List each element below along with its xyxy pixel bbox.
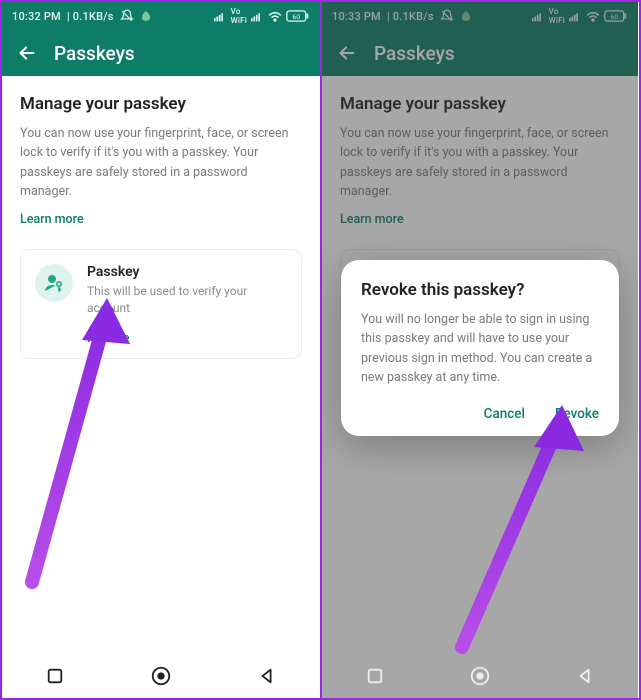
learn-more-link[interactable]: Learn more bbox=[20, 212, 84, 227]
annotation-arrow bbox=[442, 397, 602, 657]
section-title: Manage your passkey bbox=[20, 94, 302, 114]
nav-back-button[interactable] bbox=[237, 667, 297, 685]
revoke-confirm-button[interactable]: Revoke bbox=[555, 406, 599, 422]
revoke-dialog: Revoke this passkey? You will no longer … bbox=[341, 260, 619, 436]
nav-bar bbox=[2, 654, 320, 698]
card-subtitle: This will be used to verify your account bbox=[87, 283, 285, 318]
signal-icon bbox=[214, 11, 227, 22]
revoke-button[interactable]: Revoke bbox=[87, 331, 285, 346]
back-icon[interactable] bbox=[336, 42, 358, 64]
section-description: You can now use your fingerprint, face, … bbox=[340, 124, 620, 202]
nav-home-button[interactable] bbox=[131, 665, 191, 687]
volte-icon: VoWiFi bbox=[549, 7, 565, 25]
wifi-icon bbox=[586, 11, 600, 22]
status-time: 10:33 PM bbox=[332, 10, 381, 23]
svg-text:60: 60 bbox=[292, 13, 300, 21]
dialog-body: You will no longer be able to sign in us… bbox=[361, 310, 599, 388]
card-title: Passkey bbox=[87, 264, 285, 280]
signal-icon-2 bbox=[569, 11, 582, 22]
appbar-title: Passkeys bbox=[374, 42, 455, 65]
leaf-icon bbox=[460, 10, 472, 22]
nav-recent-button[interactable] bbox=[345, 667, 405, 685]
learn-more-link[interactable]: Learn more bbox=[340, 212, 404, 227]
nav-bar bbox=[322, 654, 638, 698]
signal-icon-2 bbox=[251, 11, 264, 22]
wifi-icon bbox=[268, 11, 282, 22]
nav-recent-button[interactable] bbox=[25, 667, 85, 685]
status-bar: 10:32 PM | 0.1KB/s VoWiFi 60 bbox=[2, 2, 320, 30]
appbar-title: Passkeys bbox=[54, 42, 135, 65]
status-net-speed: | 0.1KB/s bbox=[67, 10, 114, 23]
app-bar: Passkeys bbox=[2, 30, 320, 76]
passkey-icon bbox=[35, 264, 73, 302]
volte-icon: VoWiFi bbox=[231, 7, 247, 25]
nav-back-button[interactable] bbox=[555, 667, 615, 685]
phone-screenshot-left: 10:32 PM | 0.1KB/s VoWiFi 60 P bbox=[2, 2, 320, 698]
battery-icon: 60 bbox=[286, 10, 310, 22]
passkey-card: Passkey This will be used to verify your… bbox=[20, 249, 302, 360]
status-net-speed: | 0.1KB/s bbox=[387, 10, 434, 23]
phone-screenshot-right: 10:33 PM | 0.1KB/s VoWiFi 60 Passkeys Ma… bbox=[320, 2, 638, 698]
content-area: Manage your passkey You can now use your… bbox=[2, 76, 320, 359]
signal-icon bbox=[532, 11, 545, 22]
section-title: Manage your passkey bbox=[340, 94, 620, 114]
cancel-button[interactable]: Cancel bbox=[484, 406, 525, 422]
svg-text:60: 60 bbox=[610, 13, 618, 21]
back-icon[interactable] bbox=[16, 42, 38, 64]
dnd-icon bbox=[440, 9, 454, 23]
status-bar: 10:33 PM | 0.1KB/s VoWiFi 60 bbox=[322, 2, 638, 30]
app-bar: Passkeys bbox=[322, 30, 638, 76]
dialog-title: Revoke this passkey? bbox=[361, 280, 599, 300]
nav-home-button[interactable] bbox=[450, 665, 510, 687]
leaf-icon bbox=[140, 10, 152, 22]
battery-icon: 60 bbox=[604, 10, 628, 22]
section-description: You can now use your fingerprint, face, … bbox=[20, 124, 302, 202]
dnd-icon bbox=[120, 9, 134, 23]
status-time: 10:32 PM bbox=[12, 10, 61, 23]
